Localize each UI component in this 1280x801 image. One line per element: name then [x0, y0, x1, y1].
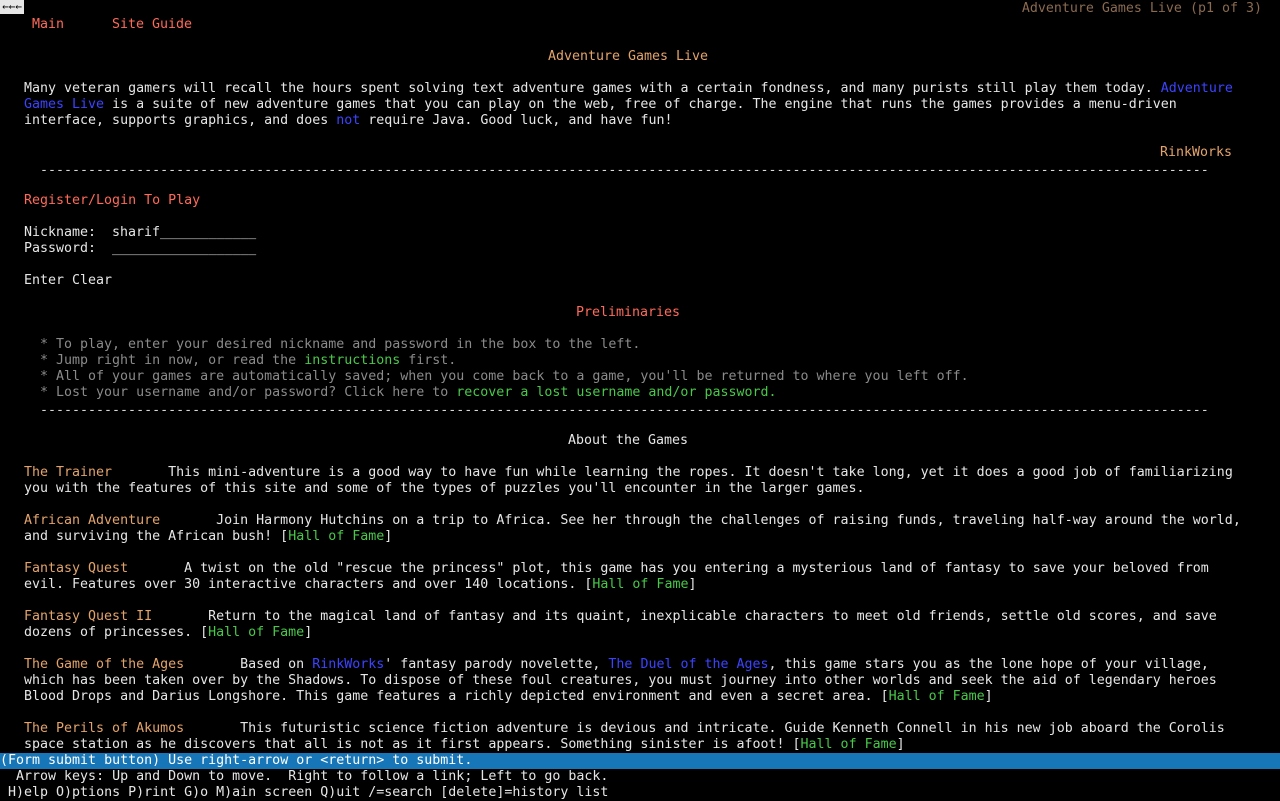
password-input[interactable]: __________________ [112, 241, 256, 257]
page-title: Adventure Games Live (p1 of 3) [1021, 1, 1262, 16]
nav-main-link[interactable]: Main [32, 17, 64, 33]
rinkworks-link[interactable]: RinkWorks [1160, 145, 1232, 161]
game-description: ' fantasy parody novelette, [384, 657, 609, 672]
prelim-bullet-1: * To play, enter your desired nickname a… [40, 337, 641, 352]
game-title-link[interactable]: The Perils of Akumos [24, 721, 184, 736]
nickname-label: Nickname: [24, 225, 97, 240]
game-title-link[interactable]: African Adventure [24, 513, 160, 528]
instructions-link[interactable]: instructions [304, 353, 400, 368]
bracket: ] [984, 689, 993, 704]
status-bar: (Form submit button) Use right-arrow or … [0, 753, 1280, 769]
game-description: Return to the magical land of fantasy an… [24, 609, 1225, 640]
game-description: This futuristic science fiction adventur… [24, 721, 1233, 752]
game-african-adventure: African Adventure Join Harmony Hutchins … [24, 513, 1244, 545]
game-of-the-ages: The Game of the Ages Based on RinkWorks'… [24, 657, 1244, 705]
help-line-2: H)elp O)ptions P)rint G)o M)ain screen Q… [0, 785, 609, 800]
intro-text-3: require Java. Good luck, and have fun! [360, 113, 673, 128]
hall-of-fame-link[interactable]: Hall of Fame [592, 577, 688, 592]
prelim-bullet-4-text: * Lost your username and/or password? Cl… [40, 385, 457, 400]
game-trainer: The Trainer This mini-adventure is a goo… [24, 465, 1244, 497]
hall-of-fame-link[interactable]: Hall of Fame [801, 737, 897, 752]
divider: ----------------------------------------… [40, 403, 1210, 418]
divider: ----------------------------------------… [40, 163, 1210, 178]
game-fantasy-quest: Fantasy Quest A twist on the old "rescue… [24, 561, 1244, 593]
nav-site-guide-link[interactable]: Site Guide [112, 17, 192, 33]
password-label: Password: [24, 241, 97, 256]
game-title-link[interactable]: Fantasy Quest II [24, 609, 152, 624]
prelim-bullet-2: * Jump right in now, or read the instruc… [40, 353, 456, 369]
hall-of-fame-link[interactable]: Hall of Fame [288, 529, 384, 544]
hall-of-fame-link[interactable]: Hall of Fame [889, 689, 985, 704]
intro-text-1: Many veteran gamers will recall the hour… [24, 81, 1161, 96]
prelim-bullet-3: * All of your games are automatically sa… [40, 369, 969, 384]
hall-of-fame-link[interactable]: Hall of Fame [208, 625, 304, 640]
rinkworks-inline-link[interactable]: RinkWorks [312, 657, 384, 672]
game-title-link[interactable]: The Game of the Ages [24, 657, 184, 672]
game-description: This mini-adventure is a good way to hav… [24, 465, 1241, 496]
clear-button[interactable]: Clear [72, 273, 112, 289]
preliminaries-heading: Preliminaries [575, 305, 681, 320]
bracket: ] [384, 529, 393, 544]
prelim-bullet-2-text: * Jump right in now, or read the [40, 353, 305, 368]
about-heading: About the Games [567, 433, 689, 448]
game-description: Based on [184, 657, 313, 672]
nickname-input[interactable]: sharif____________ [112, 225, 256, 241]
prelim-bullet-2-end: first. [400, 353, 457, 368]
intro-paragraph: Many veteran gamers will recall the hour… [24, 81, 1244, 129]
site-title: Adventure Games Live [547, 49, 709, 64]
not-link[interactable]: not [336, 113, 360, 128]
game-title-link[interactable]: The Trainer [24, 465, 112, 480]
bracket: ] [896, 737, 905, 752]
bracket: ] [304, 625, 313, 640]
prelim-bullet-4: * Lost your username and/or password? Cl… [40, 385, 777, 401]
game-title-link[interactable]: Fantasy Quest [24, 561, 128, 576]
game-perils-of-akumos: The Perils of Akumos This futuristic sci… [24, 721, 1244, 753]
login-heading: Register/Login To Play [24, 193, 201, 208]
bracket: ] [688, 577, 697, 592]
game-description: Join Harmony Hutchins on a trip to Afric… [24, 513, 1249, 544]
duel-of-the-ages-link[interactable]: The Duel of the Ages [608, 657, 768, 672]
recover-account-link[interactable]: recover a lost username and/or password. [456, 385, 776, 400]
enter-button[interactable]: Enter [24, 273, 64, 289]
back-arrow-icon[interactable]: ←←← [0, 0, 24, 14]
help-line-1: Arrow keys: Up and Down to move. Right t… [0, 769, 609, 784]
game-fantasy-quest-ii: Fantasy Quest II Return to the magical l… [24, 609, 1244, 641]
